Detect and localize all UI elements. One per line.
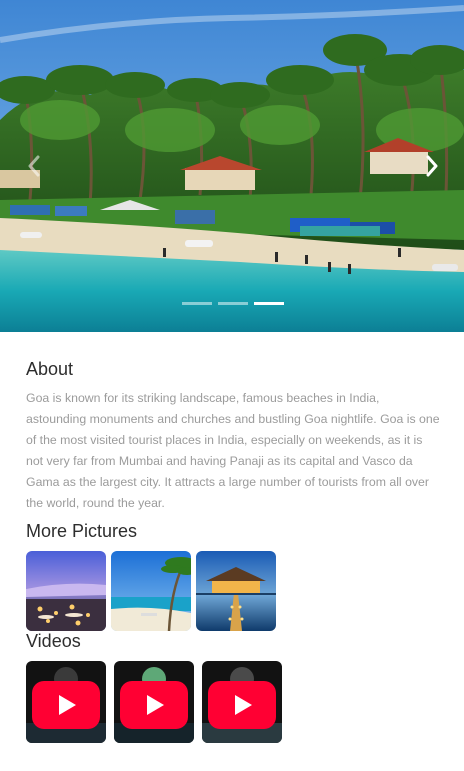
video-thumbnail[interactable] (114, 661, 194, 743)
beach-dinner-photo[interactable] (26, 551, 106, 631)
chevron-left-icon (28, 155, 40, 177)
chevron-right-icon (426, 155, 438, 177)
carousel-indicator[interactable] (182, 302, 212, 305)
carousel-indicator[interactable] (254, 302, 284, 305)
water-villa-photo[interactable] (196, 551, 276, 631)
videos-gallery (26, 661, 282, 743)
youtube-play-icon[interactable] (208, 681, 276, 729)
palm-beach-photo[interactable] (111, 551, 191, 631)
youtube-play-icon[interactable] (32, 681, 100, 729)
about-description: Goa is known for its striking landscape,… (26, 391, 440, 510)
video-thumbnail[interactable] (202, 661, 282, 743)
pictures-gallery (26, 551, 276, 631)
carousel-prev-button[interactable] (20, 150, 48, 182)
hero-carousel[interactable] (0, 0, 464, 332)
more-pictures-heading: More Pictures (26, 521, 138, 541)
youtube-play-icon[interactable] (120, 681, 188, 729)
videos-heading: Videos (26, 631, 81, 651)
carousel-next-button[interactable] (418, 150, 446, 182)
about-heading: About (26, 359, 74, 379)
video-thumbnail[interactable] (26, 661, 106, 743)
carousel-indicator[interactable] (218, 302, 248, 305)
carousel-indicators (182, 302, 284, 305)
goa-beach-slide-image (0, 0, 464, 332)
